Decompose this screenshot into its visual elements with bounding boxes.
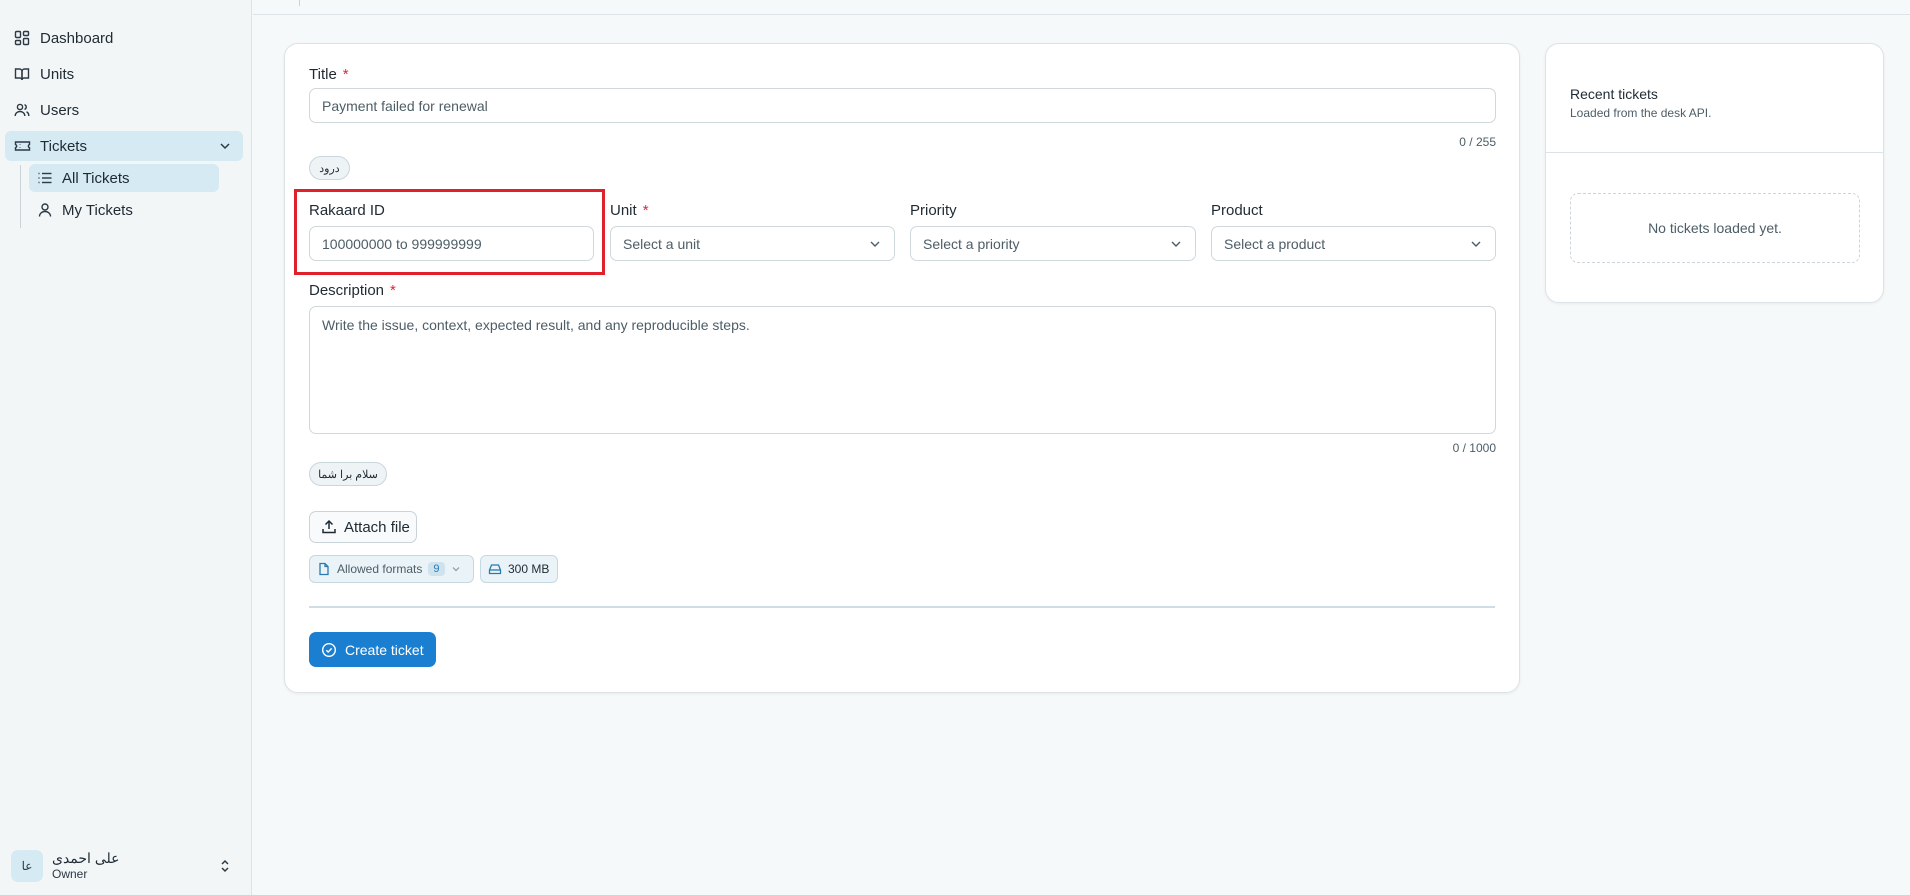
sidebar-item-units[interactable]: Units xyxy=(5,59,243,89)
description-suggestion-chip[interactable]: سلام برا شما xyxy=(309,462,387,486)
user-name: علی احمدی xyxy=(52,850,120,866)
sidebar-item-label: Units xyxy=(40,65,75,83)
attach-file-label: Attach file xyxy=(344,518,410,536)
allowed-formats-dropdown[interactable]: Allowed formats 9 xyxy=(309,555,474,583)
avatar: عا xyxy=(11,850,43,882)
description-textarea[interactable]: Write the issue, context, expected resul… xyxy=(309,306,1496,434)
create-ticket-button[interactable]: Create ticket xyxy=(309,632,436,667)
sidebar-item-dashboard[interactable]: Dashboard xyxy=(5,23,243,53)
file-icon xyxy=(317,562,331,576)
drive-icon xyxy=(488,562,502,576)
max-size-label: 300 MB xyxy=(508,562,550,576)
unit-select-value: Select a unit xyxy=(623,235,701,252)
product-label: Product xyxy=(1211,202,1263,219)
sidebar-item-label: Tickets xyxy=(40,137,87,155)
unit-label: Unit * xyxy=(610,202,649,219)
create-ticket-label: Create ticket xyxy=(345,641,424,658)
recent-tickets-card: Recent tickets Loaded from the desk API.… xyxy=(1545,43,1884,303)
recent-tickets-divider xyxy=(1546,152,1883,153)
chevron-down-icon xyxy=(451,564,461,574)
chevrons-up-down-icon xyxy=(217,857,233,875)
sidebar-subitem-label: My Tickets xyxy=(62,201,133,219)
max-size-badge: 300 MB xyxy=(480,555,558,583)
title-suggestion-chip[interactable]: درود xyxy=(309,156,350,180)
description-label: Description * xyxy=(309,282,396,299)
sidebar-item-label: Users xyxy=(40,101,80,119)
unit-select[interactable]: Select a unit xyxy=(610,226,895,261)
user-menu[interactable]: عا علی احمدی Owner xyxy=(11,849,243,883)
list-icon xyxy=(36,170,53,187)
description-counter: 0 / 1000 xyxy=(1452,441,1496,455)
priority-select-value: Select a priority xyxy=(923,235,1020,252)
priority-label: Priority xyxy=(910,202,957,219)
ticket-icon xyxy=(13,137,31,155)
chevron-down-icon xyxy=(1169,237,1183,251)
title-label: Title * xyxy=(309,66,349,83)
chevron-down-icon xyxy=(868,237,882,251)
topbar-tick xyxy=(299,0,300,6)
user-icon xyxy=(36,202,53,219)
title-counter: 0 / 255 xyxy=(1459,135,1496,149)
check-circle-icon xyxy=(321,642,337,658)
recent-tickets-empty: No tickets loaded yet. xyxy=(1570,193,1860,263)
upload-icon xyxy=(321,519,337,535)
ticket-form-card: Title * Payment failed for renewal 0 / 25… xyxy=(284,43,1520,693)
sidebar-item-tickets[interactable]: Tickets xyxy=(5,131,243,161)
product-select[interactable]: Select a product xyxy=(1211,226,1496,261)
sidebar-item-users[interactable]: Users xyxy=(5,95,243,125)
recent-tickets-subtitle: Loaded from the desk API. xyxy=(1570,106,1712,120)
user-role: Owner xyxy=(52,867,88,881)
attach-file-button[interactable]: Attach file xyxy=(309,511,417,543)
rakaard-id-highlight xyxy=(294,189,605,275)
sidebar-subitem-all-tickets[interactable]: All Tickets xyxy=(29,164,219,192)
submenu-line xyxy=(20,165,21,228)
form-divider xyxy=(309,606,1495,608)
sidebar: Dashboard Units Users Tickets All Ticket… xyxy=(0,0,252,895)
sidebar-item-label: Dashboard xyxy=(40,29,114,47)
recent-tickets-title: Recent tickets xyxy=(1570,86,1658,102)
topbar-divider xyxy=(253,14,1910,15)
allowed-formats-label: Allowed formats xyxy=(337,562,423,576)
chevron-down-icon xyxy=(1469,237,1483,251)
allowed-formats-count: 9 xyxy=(428,562,445,576)
chevron-down-icon[interactable] xyxy=(217,138,233,154)
dashboard-icon xyxy=(13,29,31,47)
book-icon xyxy=(13,65,31,83)
sidebar-subitem-my-tickets[interactable]: My Tickets xyxy=(29,196,219,224)
sidebar-subitem-label: All Tickets xyxy=(62,169,130,187)
product-select-value: Select a product xyxy=(1224,235,1326,252)
title-input[interactable]: Payment failed for renewal xyxy=(309,88,1496,123)
users-icon xyxy=(13,101,31,119)
priority-select[interactable]: Select a priority xyxy=(910,226,1196,261)
